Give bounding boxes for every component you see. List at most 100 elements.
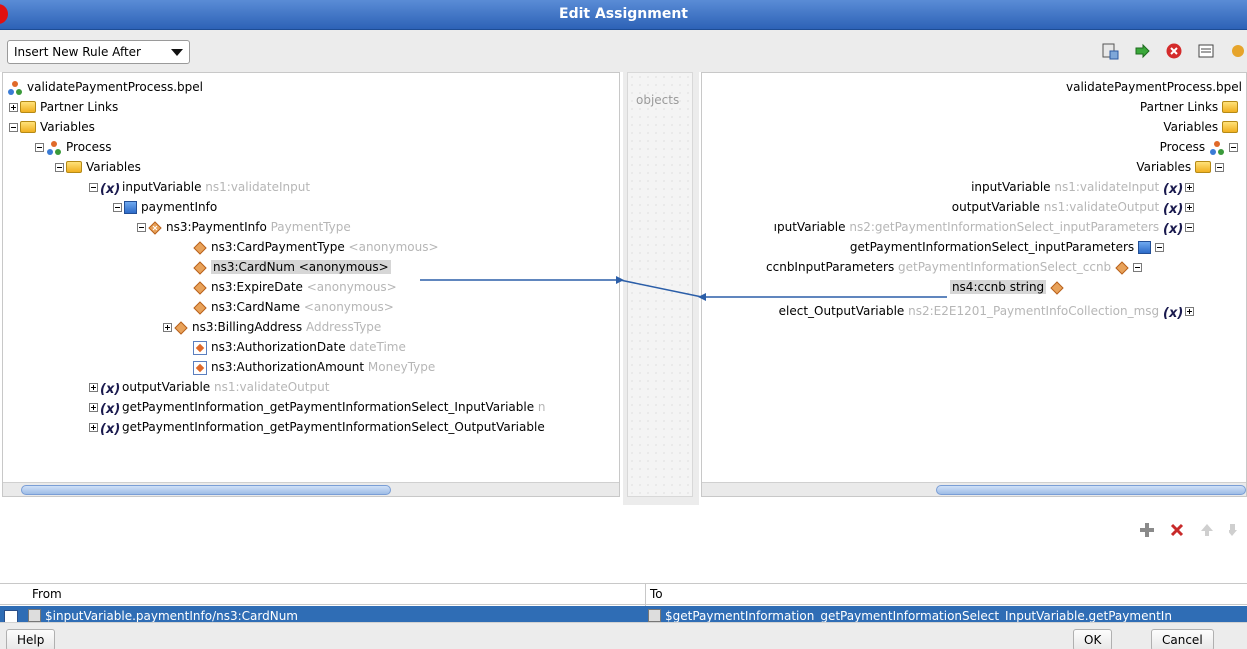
tree-node-root-target[interactable]: validatePaymentProcess.bpel xyxy=(1066,77,1242,97)
variable-icon: (x) xyxy=(100,421,121,437)
variable-icon: (x) xyxy=(1163,181,1184,197)
element-icon xyxy=(193,260,207,275)
left-horizontal-scrollbar[interactable] xyxy=(3,482,619,496)
message-part-icon xyxy=(1138,241,1151,254)
folder-icon xyxy=(1195,160,1211,173)
move-up-icon[interactable] xyxy=(1199,522,1215,538)
tree-node-inputvariable[interactable]: (x) inputVariable ns1:validateInput xyxy=(89,177,310,197)
variable-icon: (x) xyxy=(100,181,121,197)
expand-icon[interactable] xyxy=(89,423,98,432)
variable-icon: (x) xyxy=(100,381,121,397)
collapse-icon[interactable] xyxy=(1133,263,1142,272)
help-button[interactable]: Help xyxy=(6,629,56,649)
element-icon xyxy=(148,220,162,235)
dialog-title: Edit Assignment xyxy=(559,6,688,22)
toolbar: Insert New Rule After xyxy=(0,30,1247,72)
right-horizontal-scrollbar[interactable] xyxy=(702,482,1246,496)
tree-node-ns4ccnb-target[interactable]: ns4:ccnb string xyxy=(949,277,1068,297)
cancel-button[interactable]: Cancel xyxy=(1151,629,1214,649)
tree-node-process-target[interactable]: Process xyxy=(1160,137,1240,157)
expand-icon[interactable] xyxy=(1185,203,1194,212)
column-header-to[interactable]: To xyxy=(650,587,663,601)
tree-node-ccnbinputparameters-target[interactable]: ccnbInputParameters getPaymentInformatio… xyxy=(766,257,1144,277)
expand-icon[interactable] xyxy=(1185,307,1194,316)
expand-icon[interactable] xyxy=(163,323,172,332)
tree-node-billingaddress[interactable]: ns3:BillingAddress AddressType xyxy=(163,317,381,337)
tree-node-outputvariable[interactable]: (x) outputVariable ns1:validateOutput xyxy=(89,377,329,397)
expression-builder-icon[interactable] xyxy=(1101,42,1119,60)
ok-button[interactable]: OK xyxy=(1073,629,1113,649)
insert-rule-dropdown[interactable]: Insert New Rule After xyxy=(7,40,190,64)
expand-icon[interactable] xyxy=(1185,183,1194,192)
collapse-icon[interactable] xyxy=(35,143,44,152)
tree-node-ns3-paymentinfo[interactable]: ns3:PaymentInfo PaymentType xyxy=(137,217,351,237)
tree-node-process[interactable]: Process xyxy=(35,137,112,157)
process-icon xyxy=(7,80,23,96)
folder-icon xyxy=(1222,100,1238,113)
collapse-icon[interactable] xyxy=(1215,163,1224,172)
tree-node-partner-links[interactable]: Partner Links xyxy=(9,97,118,117)
tree-node-authorizationamount[interactable]: ns3:AuthorizationAmount MoneyType xyxy=(193,357,435,377)
insert-rule-dropdown-value: Insert New Rule After xyxy=(14,45,141,59)
expression-icon xyxy=(28,609,41,622)
more-options-icon[interactable] xyxy=(1229,42,1247,60)
tree-node-variables-process[interactable]: Variables xyxy=(55,157,141,177)
tree-node-select-outputvariable-target[interactable]: elect_OutputVariable ns2:E2E1201_Payment… xyxy=(779,301,1196,321)
tree-node-root[interactable]: validatePaymentProcess.bpel xyxy=(7,77,203,97)
delete-all-icon[interactable] xyxy=(1165,42,1183,60)
toolbar-icons xyxy=(1101,42,1247,60)
collapse-icon[interactable] xyxy=(89,183,98,192)
tree-node-cardname[interactable]: ns3:CardName <anonymous> xyxy=(193,297,394,317)
folder-icon xyxy=(1222,120,1238,133)
move-down-icon[interactable] xyxy=(1229,522,1237,538)
add-rule-icon[interactable] xyxy=(1139,522,1155,538)
tree-node-partner-links-target[interactable]: Partner Links xyxy=(1140,97,1242,117)
message-part-icon xyxy=(124,201,137,214)
tree-node-inputvariable-target[interactable]: inputVariable ns1:validateInput (x) xyxy=(971,177,1196,197)
expand-icon[interactable] xyxy=(89,383,98,392)
title-bar: Edit Assignment xyxy=(0,0,1247,30)
delete-rule-icon[interactable] xyxy=(1169,522,1185,538)
process-icon xyxy=(1209,140,1225,156)
right-scroll-thumb[interactable] xyxy=(936,485,1246,495)
expression-icon xyxy=(648,609,661,622)
attribute-icon xyxy=(193,360,207,375)
auto-map-icon[interactable] xyxy=(1133,42,1151,60)
collapse-icon[interactable] xyxy=(1185,223,1194,232)
collapse-icon[interactable] xyxy=(1155,243,1164,252)
collapse-icon[interactable] xyxy=(9,123,18,132)
column-header-from[interactable]: From xyxy=(32,587,62,601)
collapse-icon[interactable] xyxy=(137,223,146,232)
tree-node-inputparameters-target[interactable]: getPaymentInformationSelect_inputParamet… xyxy=(850,237,1166,257)
tree-node-putvariable-target[interactable]: ıputVariable ns2:getPaymentInformationSe… xyxy=(774,217,1196,237)
collapse-icon[interactable] xyxy=(113,203,122,212)
folder-icon xyxy=(20,100,36,113)
folder-icon xyxy=(20,120,36,133)
tree-node-cardpaymenttype[interactable]: ns3:CardPaymentType <anonymous> xyxy=(193,237,439,257)
tree-node-expiredate[interactable]: ns3:ExpireDate <anonymous> xyxy=(193,277,397,297)
expand-icon[interactable] xyxy=(9,103,18,112)
element-icon xyxy=(1050,280,1064,295)
tree-node-variables-process-target[interactable]: Variables xyxy=(1136,157,1226,177)
tree-node-paymentinfo[interactable]: paymentInfo xyxy=(113,197,217,217)
expand-icon[interactable] xyxy=(89,403,98,412)
variable-icon: (x) xyxy=(1163,221,1184,237)
variable-icon: (x) xyxy=(100,401,121,417)
variable-icon: (x) xyxy=(1163,201,1184,217)
attribute-icon xyxy=(193,340,207,355)
tree-node-get-input-variable[interactable]: (x) getPaymentInformation_getPaymentInfor… xyxy=(89,397,546,417)
element-icon xyxy=(174,320,188,335)
tree-node-authorizationdate[interactable]: ns3:AuthorizationDate dateTime xyxy=(193,337,406,357)
collapse-icon[interactable] xyxy=(55,163,64,172)
column-divider xyxy=(645,584,646,606)
collapse-icon[interactable] xyxy=(1229,143,1238,152)
xpath-icon[interactable] xyxy=(1197,42,1215,60)
tree-node-variables-target[interactable]: Variables xyxy=(1163,117,1242,137)
process-icon xyxy=(46,140,62,156)
tree-node-outputvariable-target[interactable]: outputVariable ns1:validateOutput (x) xyxy=(952,197,1196,217)
tree-node-variables[interactable]: Variables xyxy=(9,117,95,137)
tree-node-get-output-variable[interactable]: (x) getPaymentInformation_getPaymentInfor… xyxy=(89,417,545,437)
tree-node-cardnum[interactable]: ns3:CardNum <anonymous> xyxy=(193,257,391,277)
mapping-canvas: objects xyxy=(623,72,699,505)
left-scroll-thumb[interactable] xyxy=(21,485,391,495)
